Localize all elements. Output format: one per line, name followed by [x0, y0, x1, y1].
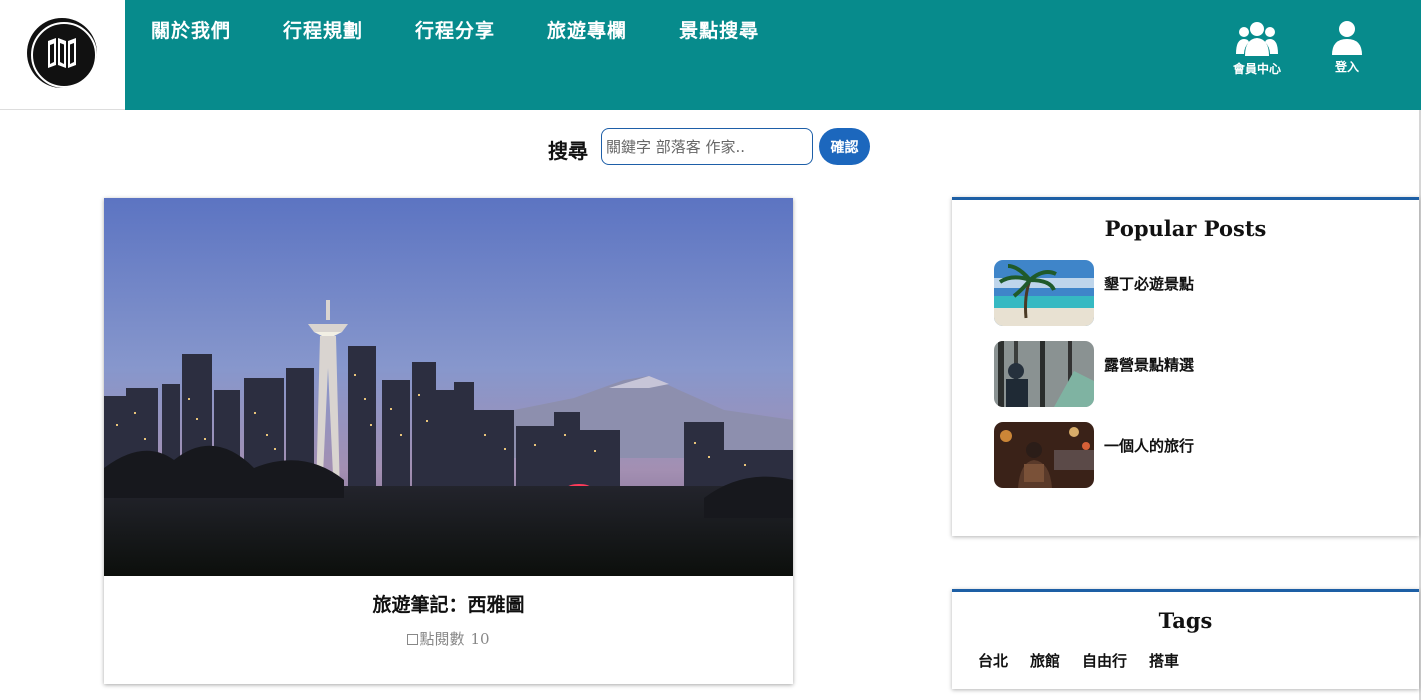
- search-input[interactable]: [601, 128, 813, 165]
- nav-item-planning[interactable]: 行程規劃: [283, 16, 363, 43]
- solo-travel-thumbnail-image: [994, 422, 1094, 488]
- views-label: 點閱數: [419, 630, 465, 648]
- nav-item-share[interactable]: 行程分享: [415, 16, 495, 43]
- tags-widget: Tags 台北 旅館 自由行 搭車: [952, 589, 1419, 689]
- popular-post-item[interactable]: 一個人的旅行: [994, 422, 1394, 488]
- folded-map-icon[interactable]: [27, 18, 97, 88]
- post-meta: 點閱數 10: [104, 628, 793, 649]
- tag-item[interactable]: 旅館: [1030, 650, 1060, 671]
- popular-post-label: 一個人的旅行: [1104, 437, 1195, 455]
- tag-list: 台北 旅館 自由行 搭車: [978, 650, 1201, 671]
- popular-posts-widget: Popular Posts 墾丁必遊景點 露營景點精選 一個人的旅行: [952, 197, 1419, 536]
- nav-item-spot-search[interactable]: 景點搜尋: [679, 16, 759, 43]
- popular-posts-title: Popular Posts: [1104, 216, 1267, 241]
- camping-thumbnail-image: [994, 341, 1094, 407]
- tags-title: Tags: [1158, 608, 1213, 633]
- members-center-button[interactable]: 會員中心: [1222, 20, 1292, 77]
- top-header: 關於我們 行程規劃 行程分享 旅遊專欄 景點搜尋 會員中心 登入: [0, 0, 1421, 110]
- popular-post-label: 露營景點精選: [1104, 356, 1195, 374]
- view-count-icon: [407, 634, 419, 645]
- popular-post-label: 墾丁必遊景點: [1104, 275, 1195, 293]
- seattle-skyline-image: [104, 198, 793, 576]
- login-label: 登入: [1334, 60, 1359, 74]
- beach-thumbnail-image: [994, 260, 1094, 326]
- search-confirm-button[interactable]: 確認: [819, 128, 870, 165]
- tag-item[interactable]: 自由行: [1082, 650, 1127, 671]
- user-icon: [1332, 21, 1362, 55]
- login-button[interactable]: 登入: [1312, 20, 1382, 75]
- tag-item[interactable]: 台北: [978, 650, 1008, 671]
- nav-item-column[interactable]: 旅遊專欄: [547, 16, 627, 43]
- post-title[interactable]: 旅遊筆記：西雅圖: [104, 590, 793, 617]
- members-center-label: 會員中心: [1232, 62, 1281, 76]
- nav-item-about[interactable]: 關於我們: [151, 16, 231, 43]
- main-nav: 關於我們 行程規劃 行程分享 旅遊專欄 景點搜尋: [151, 16, 811, 43]
- search-label: 搜尋: [548, 139, 588, 163]
- views-count: 10: [470, 630, 490, 648]
- tag-item[interactable]: 搭車: [1149, 650, 1179, 671]
- users-icon: [1236, 22, 1278, 56]
- logo-area[interactable]: [0, 0, 125, 110]
- popular-post-item[interactable]: 墾丁必遊景點: [994, 260, 1394, 326]
- featured-post-card[interactable]: 旅遊筆記：西雅圖 點閱數 10: [104, 198, 793, 684]
- popular-post-item[interactable]: 露營景點精選: [994, 341, 1394, 407]
